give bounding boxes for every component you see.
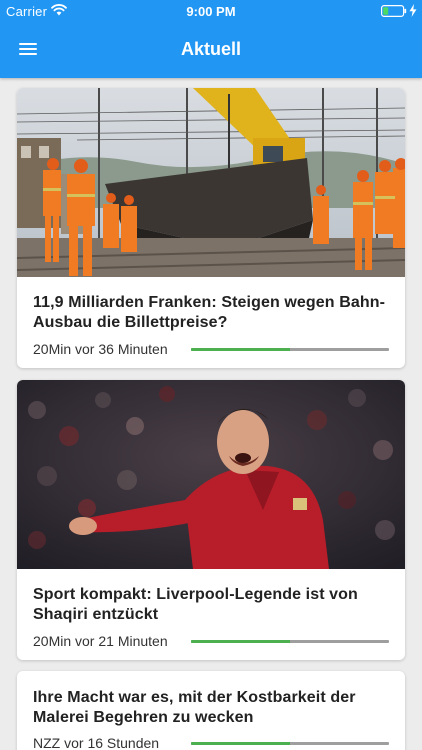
app-screen: Carrier 9:00 PM Aktuell 11,9 Milliarden … [0, 0, 422, 750]
article-card[interactable]: Sport kompakt: Liverpool-Legende ist von… [17, 380, 405, 660]
reading-progress-fill [191, 348, 290, 351]
article-card[interactable]: 11,9 Milliarden Franken: Steigen wegen B… [17, 88, 405, 368]
article-source-time: 20Min vor 36 Minuten [33, 341, 168, 357]
reading-progress-fill [191, 742, 290, 745]
article-title[interactable]: Sport kompakt: Liverpool-Legende ist von… [33, 585, 393, 625]
charging-icon [409, 4, 417, 17]
reading-progress [191, 742, 389, 745]
battery-icon [381, 5, 407, 17]
page-title: Aktuell [180, 39, 241, 59]
article-title[interactable]: 11,9 Milliarden Franken: Steigen wegen B… [33, 293, 393, 333]
reading-progress-fill [191, 640, 290, 643]
football-player-celebration-photo[interactable] [17, 380, 405, 569]
reading-progress [191, 640, 389, 643]
article-title[interactable]: Ihre Macht war es, mit der Kostbarkeit d… [33, 688, 393, 728]
status-bar: Carrier 9:00 PM [0, 0, 422, 22]
nav-bar: Aktuell [0, 22, 422, 78]
top-bar: Carrier 9:00 PM Aktuell [0, 0, 422, 78]
article-card[interactable]: Ihre Macht war es, mit der Kostbarkeit d… [17, 671, 405, 750]
status-time: 9:00 PM [186, 4, 236, 19]
article-source-time: NZZ vor 16 Stunden [33, 735, 160, 750]
reading-progress [191, 348, 389, 351]
news-feed[interactable]: 11,9 Milliarden Franken: Steigen wegen B… [0, 78, 422, 750]
article-source-time: 20Min vor 21 Minuten [33, 633, 168, 649]
railway-construction-photo[interactable] [17, 88, 405, 277]
